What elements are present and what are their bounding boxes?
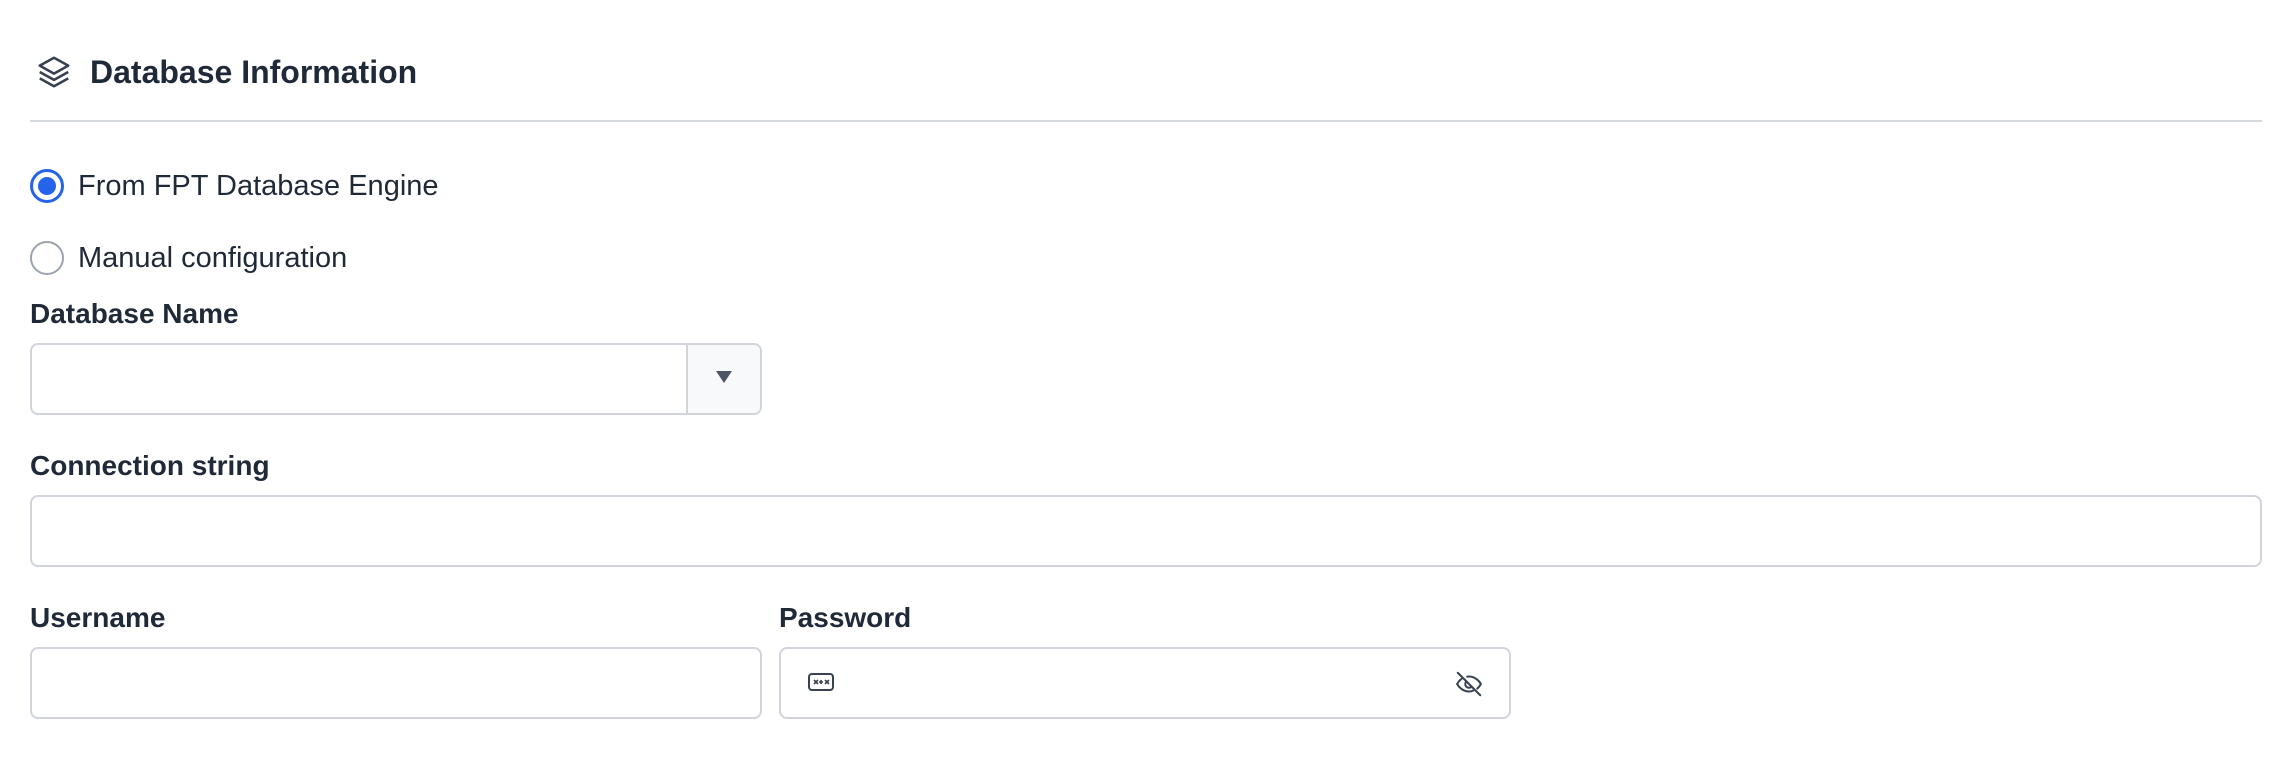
radio-option-manual-config[interactable]: Manual configuration [30,238,347,278]
section-divider [30,120,2262,122]
eye-off-icon[interactable] [1453,669,1485,704]
password-input[interactable] [779,647,1511,719]
caret-down-icon [715,370,733,389]
layers-icon [30,48,78,96]
radio-button-fpt-engine[interactable] [30,169,64,203]
dropdown-button[interactable] [686,345,760,413]
radio-option-fpt-engine[interactable]: From FPT Database Engine [30,166,439,206]
radio-label-manual-config: Manual configuration [78,241,348,274]
radio-button-manual-config[interactable] [30,241,64,275]
section-title: Database Information [90,53,418,90]
password-key-icon [807,671,835,698]
username-label: Username [30,602,166,633]
database-name-label: Database Name [30,298,239,329]
connection-string-input[interactable] [30,495,2262,567]
password-label: Password [779,602,912,633]
section-header: Database Information [30,44,417,100]
radio-label-fpt-engine: From FPT Database Engine [78,169,439,202]
database-name-select[interactable] [30,343,762,415]
database-name-value[interactable] [32,345,686,413]
username-input[interactable] [30,647,762,719]
connection-string-label: Connection string [30,450,270,481]
